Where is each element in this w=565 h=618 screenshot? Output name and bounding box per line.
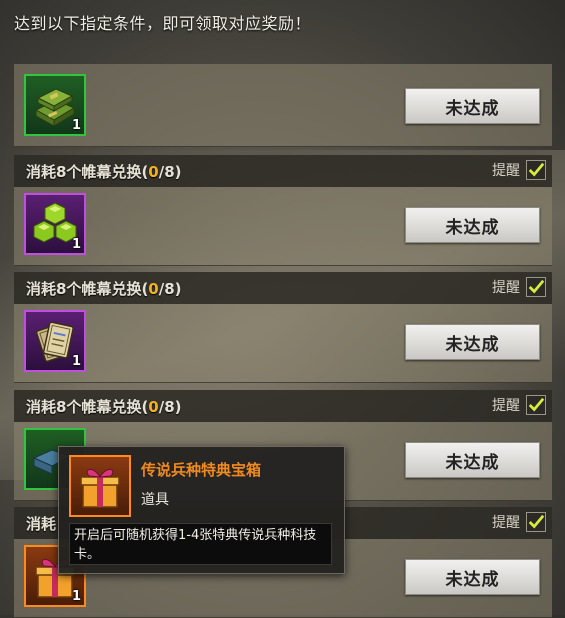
item-tooltip: 传说兵种特典宝箱 道具 开启后可随机获得1-4张特典传说兵种科技卡。 xyxy=(58,446,345,574)
exchange-condition-text: 消耗 xyxy=(26,514,57,533)
progress-total: /8) xyxy=(158,397,182,416)
tooltip-item-icon xyxy=(69,455,131,517)
reward-item-slot[interactable]: 1 xyxy=(24,310,86,372)
reminder-label: 提醒 xyxy=(492,398,520,414)
reminder-label: 提醒 xyxy=(492,280,520,296)
reward-item-slot[interactable]: 1 xyxy=(24,193,86,255)
reward-row-body: 1 未达成 xyxy=(14,187,552,266)
page-header: 达到以下指定条件，即可领取对应奖励！ xyxy=(14,14,312,33)
tooltip-item-type: 道具 xyxy=(141,492,169,508)
reward-row: 1 未达成 xyxy=(14,64,552,147)
gift-box-icon xyxy=(80,468,120,508)
tooltip-item-description: 开启后可随机获得1-4张特典传说兵种科技卡。 xyxy=(69,523,332,565)
item-quantity: 1 xyxy=(71,237,81,252)
reminder-label: 提醒 xyxy=(492,515,520,531)
progress-count: 0 xyxy=(148,397,159,416)
exchange-condition-text: 消耗8个帷幕兑换( xyxy=(26,162,149,181)
reminder-label: 提醒 xyxy=(492,163,520,179)
reward-row: 消耗8个帷幕兑换(0/8) 提醒 1 未达成 xyxy=(14,155,552,266)
progress-total: /8) xyxy=(158,279,182,298)
progress-count: 0 xyxy=(148,162,159,181)
progress-count: 0 xyxy=(148,279,159,298)
claim-button[interactable]: 未达成 xyxy=(405,88,540,124)
reward-item-slot[interactable]: 1 xyxy=(24,74,86,136)
progress-total: /8) xyxy=(158,162,182,181)
reward-row-title: 消耗8个帷幕兑换(0/8) 提醒 xyxy=(14,390,552,422)
checkmark-icon xyxy=(528,162,545,177)
item-quantity: 1 xyxy=(71,118,81,133)
claim-button[interactable]: 未达成 xyxy=(405,559,540,595)
checkmark-icon xyxy=(528,514,545,529)
reward-row-title: 消耗8个帷幕兑换(0/8) 提醒 xyxy=(14,155,552,187)
tooltip-item-name: 传说兵种特典宝箱 xyxy=(141,461,262,479)
exchange-condition-text: 消耗8个帷幕兑换( xyxy=(26,279,149,298)
reminder-checkbox[interactable] xyxy=(526,512,546,532)
reward-row: 消耗8个帷幕兑换(0/8) 提醒 1 未达成 xyxy=(14,272,552,383)
reward-row-body: 1 未达成 xyxy=(14,64,552,147)
reward-row-body: 1 未达成 xyxy=(14,304,552,383)
reminder-checkbox[interactable] xyxy=(526,277,546,297)
reminder-toggle[interactable]: 提醒 xyxy=(492,160,546,180)
checkmark-icon xyxy=(528,279,545,294)
claim-button[interactable]: 未达成 xyxy=(405,442,540,478)
exchange-condition-text: 消耗8个帷幕兑换( xyxy=(26,397,149,416)
item-quantity: 1 xyxy=(71,589,81,604)
claim-button[interactable]: 未达成 xyxy=(405,324,540,360)
reminder-toggle[interactable]: 提醒 xyxy=(492,395,546,415)
checkmark-icon xyxy=(528,397,545,412)
reminder-checkbox[interactable] xyxy=(526,395,546,415)
reward-row-title: 消耗8个帷幕兑换(0/8) 提醒 xyxy=(14,272,552,304)
item-quantity: 1 xyxy=(71,354,81,369)
reminder-toggle[interactable]: 提醒 xyxy=(492,277,546,297)
claim-button[interactable]: 未达成 xyxy=(405,207,540,243)
reminder-toggle[interactable]: 提醒 xyxy=(492,512,546,532)
reminder-checkbox[interactable] xyxy=(526,160,546,180)
